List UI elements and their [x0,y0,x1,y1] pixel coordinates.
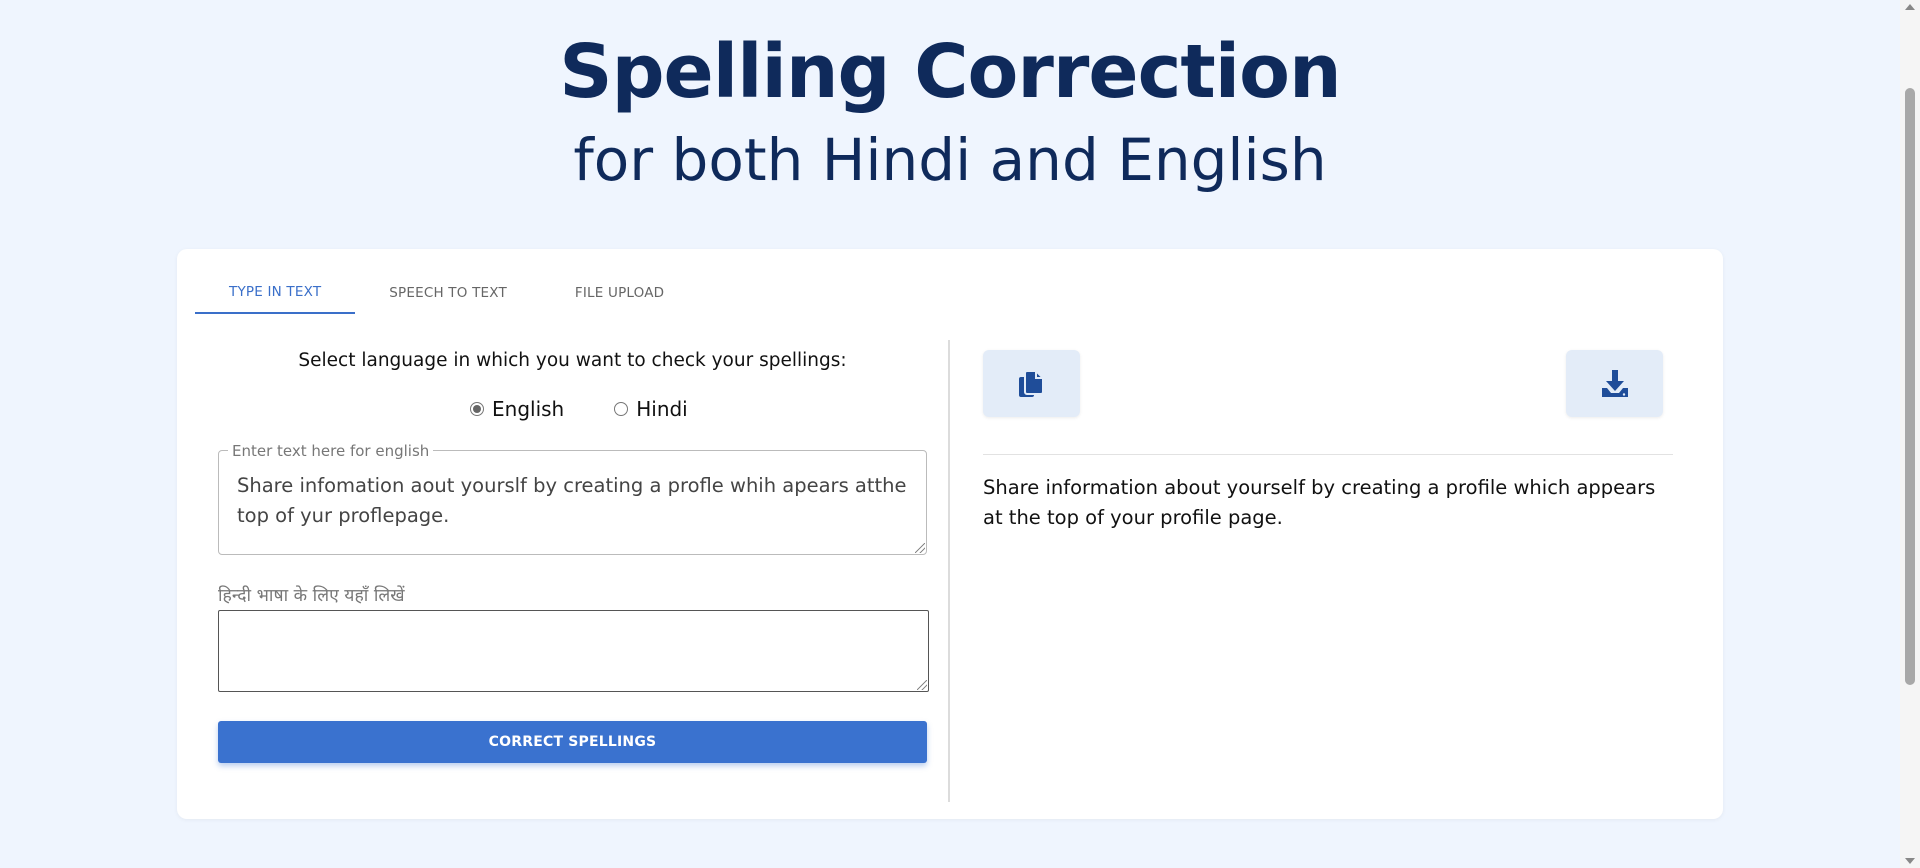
correct-spellings-button[interactable]: CORRECT SPELLINGS [218,721,927,763]
radio-hindi-label: Hindi [636,397,688,421]
download-icon [1601,369,1628,397]
hindi-field-label: हिन्दी भाषा के लिए यहाँ लिखें [218,586,405,606]
spelling-card: TYPE IN TEXT SPEECH TO TEXT FILE UPLOAD … [177,249,1723,819]
language-prompt: Select language in which you want to che… [298,350,847,371]
resize-handle-icon[interactable] [915,543,925,553]
radio-hindi-indicator[interactable] [614,402,629,416]
tab-type-in-text[interactable]: TYPE IN TEXT [195,271,356,314]
output-divider [983,454,1673,455]
tab-bar: TYPE IN TEXT SPEECH TO TEXT FILE UPLOAD [195,271,698,314]
panel-divider [948,340,950,802]
english-text-field[interactable]: Enter text here for english Share infoma… [218,442,927,555]
language-radio-group: English Hindi [470,397,738,421]
hindi-text-input[interactable] [218,610,929,692]
radio-english-label: English [492,397,565,421]
scrollbar-thumb[interactable] [1905,88,1915,685]
page-scrollbar[interactable] [1900,0,1920,868]
scroll-down-icon[interactable] [1905,858,1915,864]
radio-english[interactable]: English [470,397,564,421]
corrected-text-output: Share information about yourself by crea… [983,476,1656,529]
tab-file-upload[interactable]: FILE UPLOAD [541,271,698,314]
radio-english-indicator[interactable] [470,402,484,416]
page-subtitle: for both Hindi and English [573,126,1327,194]
english-field-legend: Enter text here for english [228,442,434,460]
copy-icon [1018,369,1044,397]
scroll-up-icon[interactable] [1905,4,1915,10]
download-button[interactable] [1566,350,1663,417]
page-title: Spelling Correction [559,29,1341,115]
radio-hindi[interactable]: Hindi [614,397,688,421]
resize-handle-icon[interactable] [917,680,927,690]
copy-button[interactable] [983,350,1080,417]
english-text-input[interactable]: Share infomation aout yourslf by creatin… [237,471,907,531]
tab-speech-to-text[interactable]: SPEECH TO TEXT [355,271,541,314]
